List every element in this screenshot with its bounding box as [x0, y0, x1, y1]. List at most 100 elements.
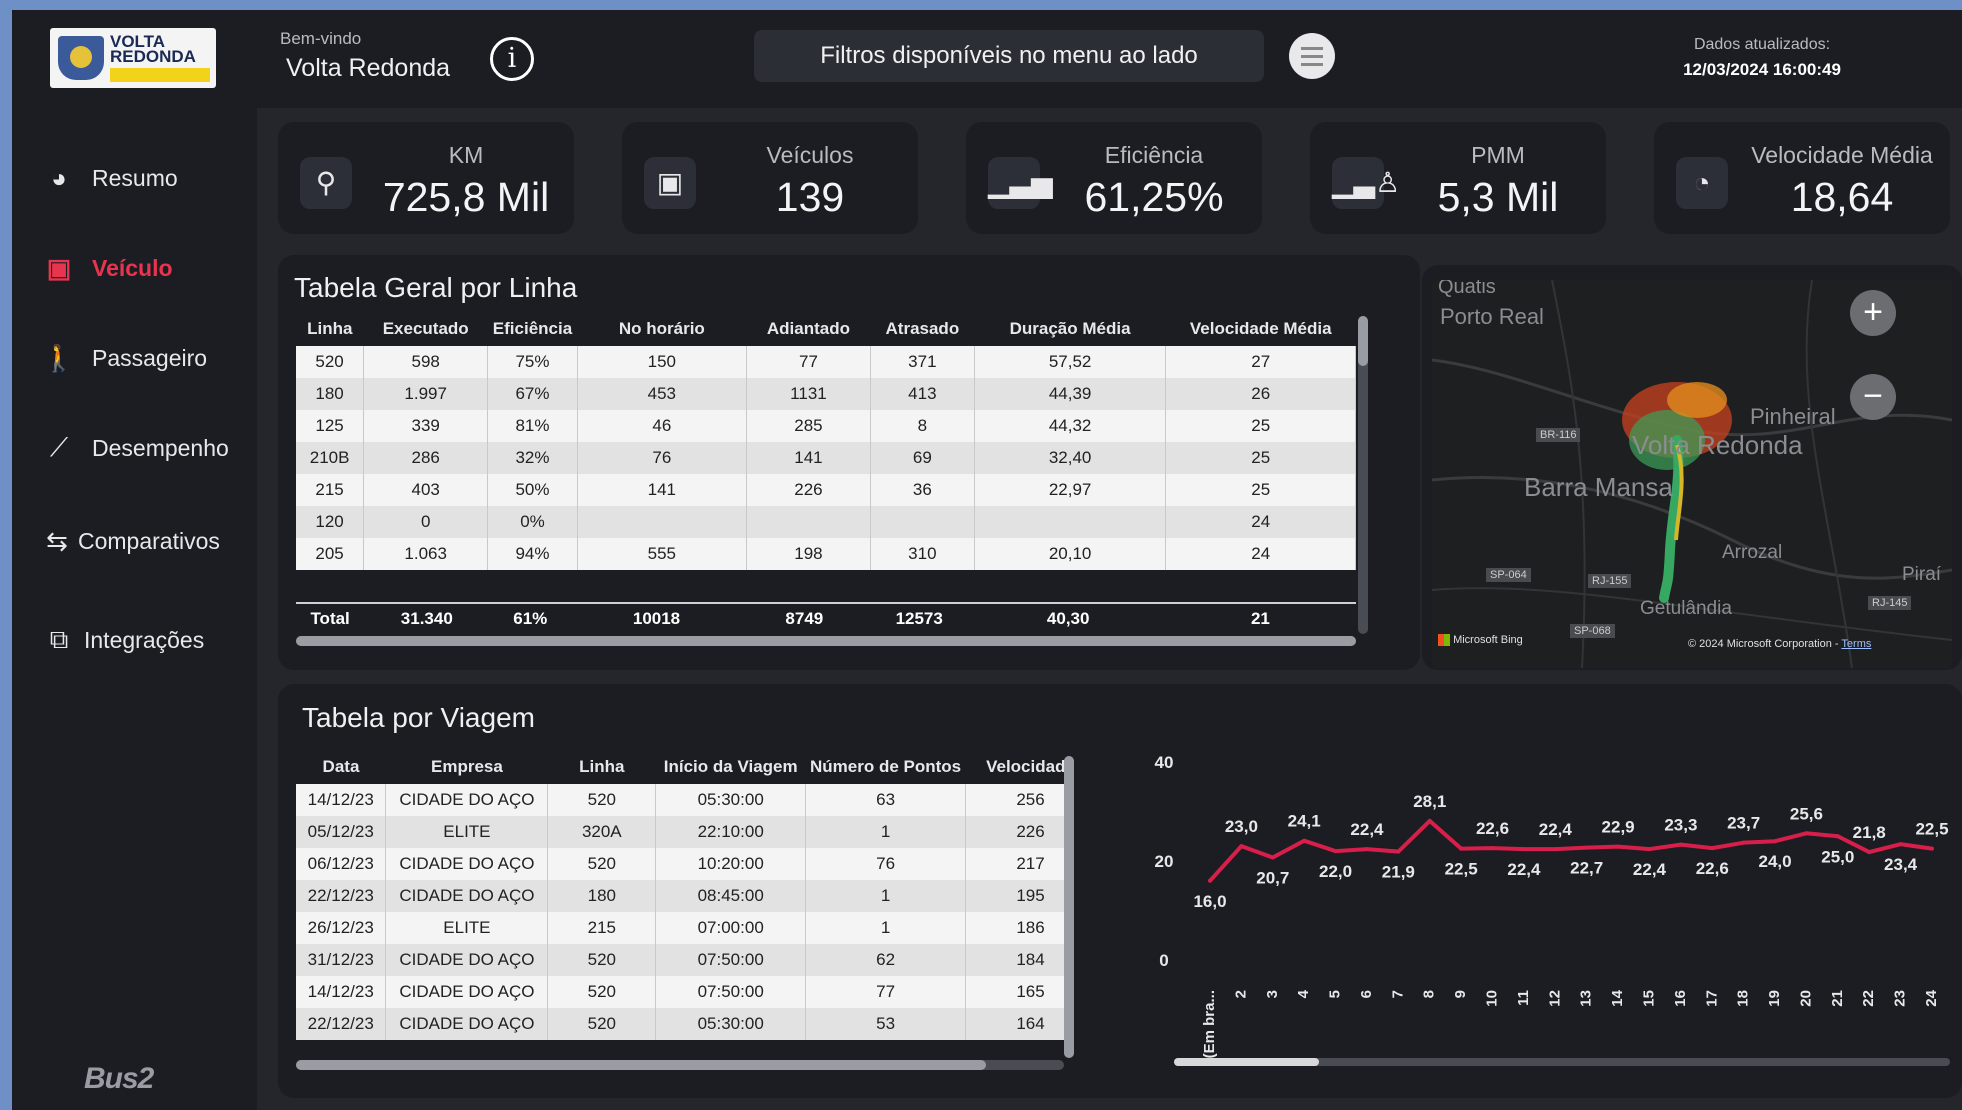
data-label: 25,6 — [1790, 804, 1823, 823]
x-tick-label: 2 — [1232, 990, 1249, 998]
table-linha: Linha Executado Eficiência No horário Adiant… — [296, 312, 1366, 634]
table-linha-total: Total 31.340 61% 10018 8749 12573 40,30 21 — [296, 604, 1356, 634]
sidebar-item-integracoes[interactable]: ⧉ Integrações — [42, 620, 205, 660]
kpi-label: Eficiência — [1104, 142, 1204, 168]
y-tick-label: 0 — [1159, 951, 1168, 970]
map-credit-bing: Microsoft Bing — [1438, 634, 1523, 647]
data-point — [1521, 847, 1526, 852]
data-point — [1239, 844, 1244, 849]
table-row[interactable]: 215 403 50% 141 226 36 22,97 25 — [296, 474, 1356, 506]
table-row[interactable]: 31/12/23 CIDADE DO AÇO 520 07:50:00 62 184 — [296, 944, 1072, 976]
header-bar: VOLTA REDONDA Bem-vindo Volta Redonda i … — [12, 10, 1962, 108]
x-tick-label: 8 — [1421, 990, 1438, 998]
data-label: 21,9 — [1382, 863, 1415, 882]
table-cell: 1.063 — [363, 538, 489, 570]
sidebar-item-label: Integrações — [84, 626, 205, 653]
zoom-in-button[interactable]: + — [1850, 290, 1896, 336]
table-viagem-hscroll[interactable] — [296, 1060, 1064, 1070]
table-cell: 198 — [746, 538, 871, 570]
microsoft-logo-icon — [1438, 634, 1450, 647]
filter-settings-button[interactable] — [1289, 33, 1335, 79]
table-cell: 286 — [363, 442, 489, 474]
table-row[interactable]: 210B 286 32% 76 141 69 32,40 25 — [296, 442, 1356, 474]
table-cell: 453 — [577, 378, 747, 410]
table-row[interactable]: 22/12/23 CIDADE DO AÇO 520 05:30:00 53 164 — [296, 1008, 1072, 1040]
total-cell: 40,30 — [971, 604, 1165, 634]
info-icon[interactable]: i — [490, 37, 534, 81]
x-tick-label: 5 — [1327, 990, 1344, 998]
person-bars-icon: ▁▃♙ — [1332, 157, 1400, 209]
kpi-card-velocidade: ◔ Velocidade Média 18,64 — [1654, 122, 1950, 234]
data-point — [1804, 831, 1809, 836]
table-cell: 24 — [1165, 506, 1356, 538]
table-cell: 32,40 — [974, 442, 1167, 474]
table-row[interactable]: 125 339 81% 46 285 8 44,32 25 — [296, 410, 1356, 442]
data-point — [1553, 847, 1558, 852]
data-label: 22,4 — [1507, 860, 1541, 879]
sidebar-item-resumo[interactable]: ◕ Resumo — [42, 158, 178, 198]
table-cell: 57,52 — [974, 346, 1167, 378]
table-row[interactable]: 120 0 0% 24 — [296, 506, 1356, 538]
sidebar-item-comparativos[interactable]: ⇆ Comparativos — [40, 521, 220, 561]
table-cell: 215 — [547, 912, 657, 944]
table-row[interactable]: 22/12/23 CIDADE DO AÇO 180 08:45:00 1 195 — [296, 880, 1072, 912]
table-linha-hscroll[interactable] — [296, 636, 1356, 646]
table-cell: 150 — [577, 346, 747, 378]
table-cell — [577, 506, 747, 538]
table-row[interactable]: 05/12/23 ELITE 320A 22:10:00 1 226 — [296, 816, 1072, 848]
data-point — [1364, 847, 1369, 852]
x-tick-label: 3 — [1264, 990, 1281, 998]
sidebar-item-passageiro[interactable]: 🚶 Passageiro — [42, 338, 207, 378]
table-cell: 53 — [805, 1008, 967, 1040]
kpi-label: KM — [448, 142, 484, 168]
column-header: Empresa — [430, 757, 503, 776]
table-row[interactable]: 205 1.063 94% 555 198 310 20,10 24 — [296, 538, 1356, 570]
x-tick-label: 16 — [1672, 990, 1689, 1007]
table-cell: 07:00:00 — [655, 912, 807, 944]
table-header-row[interactable]: Data Empresa Linha Início da Viagem Número d… — [296, 750, 1072, 784]
column-header: Velocidade Média — [1189, 319, 1332, 338]
table-row[interactable]: 520 598 75% 150 77 371 57,52 27 — [296, 346, 1356, 378]
table-linha-grid: Linha Executado Eficiência No horário Adiant… — [296, 312, 1356, 570]
data-label: 23,4 — [1884, 855, 1918, 874]
coat-of-arms-icon — [58, 36, 104, 80]
road-label: RJ-155 — [1588, 574, 1632, 588]
route-map[interactable]: Quatis Porto Real Volta Redonda Pinheira… — [1432, 280, 1952, 668]
sidebar-item-desempenho[interactable]: ⟋ Desempenho — [42, 428, 229, 468]
table-row[interactable]: 26/12/23 ELITE 215 07:00:00 1 186 — [296, 912, 1072, 944]
table-row[interactable]: 14/12/23 CIDADE DO AÇO 520 07:50:00 77 165 — [296, 976, 1072, 1008]
table-cell: CIDADE DO AÇO — [385, 976, 549, 1008]
sidebar-item-veiculo[interactable]: ▣ Veículo — [42, 248, 173, 288]
table-row[interactable]: 06/12/23 CIDADE DO AÇO 520 10:20:00 76 217 — [296, 848, 1072, 880]
column-header: Linha — [579, 757, 625, 776]
table-header-row[interactable]: Linha Executado Eficiência No horário Adiant… — [296, 312, 1356, 346]
data-label: 22,5 — [1445, 860, 1478, 879]
table-linha-vscroll[interactable] — [1358, 316, 1368, 634]
table-cell: CIDADE DO AÇO — [385, 880, 549, 912]
table-row[interactable]: 14/12/23 CIDADE DO AÇO 520 05:30:00 63 256 — [296, 784, 1072, 816]
table-cell: 22/12/23 — [296, 1008, 387, 1040]
zoom-out-button[interactable]: − — [1850, 374, 1896, 420]
data-label: 23,0 — [1225, 817, 1258, 836]
data-point — [1616, 844, 1621, 849]
table-cell: CIDADE DO AÇO — [385, 784, 549, 816]
table-cell: 195 — [965, 880, 1072, 912]
total-cell: 61% — [489, 604, 572, 634]
updated-label: Dados atualizados: — [1693, 36, 1831, 53]
table-cell: 141 — [577, 474, 747, 506]
dashboard-app: VOLTA REDONDA Bem-vindo Volta Redonda i … — [12, 10, 1962, 1110]
sidebar-item-label: Comparativos — [78, 527, 220, 554]
kpi-label: PMM — [1471, 142, 1525, 168]
map-terms-link[interactable]: Terms — [1841, 638, 1871, 650]
column-header: Executado — [382, 319, 469, 338]
table-row[interactable]: 180 1.997 67% 453 1131 413 44,39 26 — [296, 378, 1356, 410]
updated-timestamp: 12/03/2024 16:00:49 — [1683, 60, 1841, 79]
table-cell: ELITE — [385, 816, 549, 848]
chart-hscroll[interactable] — [1174, 1058, 1950, 1066]
data-point — [1584, 845, 1589, 850]
table-cell: 26 — [1165, 378, 1356, 410]
column-header: Atrasado — [885, 319, 960, 338]
logo-band — [110, 68, 210, 82]
table-viagem-vscroll[interactable] — [1064, 756, 1074, 1058]
table-cell: 125 — [296, 410, 365, 442]
